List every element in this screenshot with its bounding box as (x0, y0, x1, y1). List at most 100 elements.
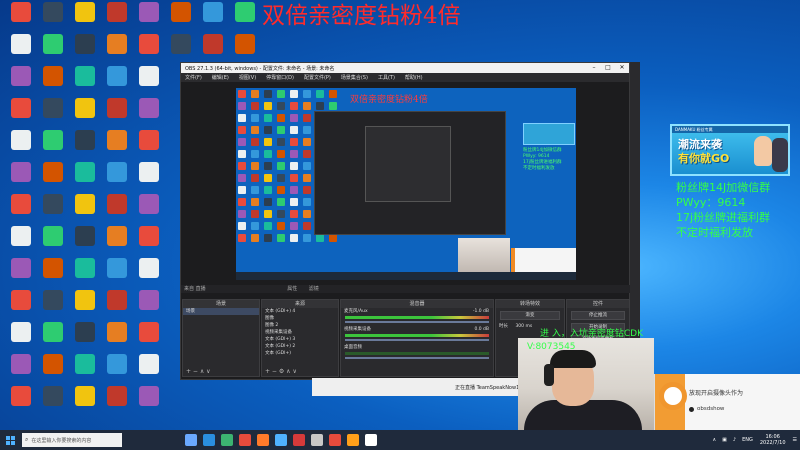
transition-type-select[interactable]: 渐变 (500, 311, 560, 320)
desktop-shortcut-icon[interactable] (132, 386, 166, 422)
taskbar-app-icon[interactable] (311, 434, 323, 446)
desktop-shortcut-icon[interactable] (132, 194, 166, 230)
network-icon[interactable]: ▣ (722, 437, 727, 443)
desktop-shortcut-icon[interactable] (4, 386, 38, 422)
desktop-shortcut-icon[interactable] (4, 258, 38, 294)
desktop-shortcut-icon[interactable] (68, 162, 102, 198)
taskbar-app-icon[interactable] (203, 434, 215, 446)
sources-dock-buttons[interactable]: + − ⚙ ∧ ∨ (262, 367, 338, 376)
volume-fader[interactable] (345, 339, 489, 341)
desktop-shortcut-icon[interactable] (132, 226, 166, 262)
taskbar-search[interactable]: ⌕ 在这里输入你要搜索的内容 (22, 433, 122, 447)
taskbar-app-icon[interactable] (347, 434, 359, 446)
maximize-icon[interactable]: □ (601, 63, 615, 73)
menu-docks[interactable]: 停靠窗口(D) (266, 74, 294, 81)
desktop-shortcut-icon[interactable] (4, 34, 38, 70)
minimize-icon[interactable]: – (587, 63, 601, 73)
taskbar-app-icon[interactable] (275, 434, 287, 446)
volume-icon[interactable]: ♪ (733, 437, 736, 443)
menu-tools[interactable]: 工具(T) (378, 74, 395, 81)
desktop-shortcut-icon[interactable] (68, 194, 102, 230)
scenes-dock-buttons[interactable]: + − ∧ ∨ (183, 367, 259, 376)
desktop-shortcut-icon[interactable] (68, 98, 102, 134)
notifications-icon[interactable]: ☰ (793, 437, 797, 443)
close-icon[interactable]: ✕ (615, 63, 629, 73)
taskbar-app-icon[interactable] (329, 434, 341, 446)
desktop-shortcut-icon[interactable] (4, 98, 38, 134)
desktop-shortcut-icon[interactable] (132, 2, 166, 38)
volume-fader[interactable] (345, 357, 489, 359)
desktop-shortcut-icon[interactable] (100, 322, 134, 358)
desktop-shortcut-icon[interactable] (100, 226, 134, 262)
taskbar-app-icon[interactable] (185, 434, 197, 446)
desktop-shortcut-icon[interactable] (4, 162, 38, 198)
desktop-shortcut-icon[interactable] (68, 322, 102, 358)
taskbar-app-icon[interactable] (221, 434, 233, 446)
desktop-shortcut-icon[interactable] (100, 66, 134, 102)
desktop-shortcut-icon[interactable] (36, 34, 70, 70)
menu-view[interactable]: 视图(V) (239, 74, 256, 81)
scene-item[interactable]: 场景 (183, 308, 259, 315)
menu-edit[interactable]: 编辑(E) (212, 74, 229, 81)
filters-button[interactable]: 滤镜 (309, 286, 319, 292)
desktop-shortcut-icon[interactable] (100, 290, 134, 326)
desktop-shortcut-icon[interactable] (68, 66, 102, 102)
source-item[interactable]: 视频采集设备 (262, 329, 338, 336)
desktop-shortcut-icon[interactable] (196, 2, 230, 38)
desktop-shortcut-icon[interactable] (36, 354, 70, 390)
desktop-shortcut-icon[interactable] (68, 2, 102, 38)
source-item[interactable]: 文本 (GDI+) 4 (262, 308, 338, 315)
taskbar-app-icon[interactable] (293, 434, 305, 446)
desktop-shortcut-icon[interactable] (132, 98, 166, 134)
desktop-shortcut-icon[interactable] (4, 322, 38, 358)
taskbar-clock[interactable]: 16:06 2022/7/10 (760, 434, 786, 446)
desktop-shortcut-icon[interactable] (132, 130, 166, 166)
desktop-shortcut-icon[interactable] (4, 354, 38, 390)
desktop-shortcut-icon[interactable] (36, 194, 70, 230)
desktop-shortcut-icon[interactable] (36, 98, 70, 134)
desktop-shortcut-icon[interactable] (132, 162, 166, 198)
source-item[interactable]: 文本 (GDI+) 3 (262, 336, 338, 343)
obs-titlebar[interactable]: OBS 27.1.3 (64-bit, windows) - 配置文件: 未命名… (181, 63, 629, 73)
camera-notification[interactable]: 放现开启摄像头作为 obsdshow (654, 374, 800, 430)
desktop-shortcut-icon[interactable] (100, 2, 134, 38)
desktop-shortcut-icon[interactable] (4, 130, 38, 166)
source-item[interactable]: 图像 (262, 315, 338, 322)
stop-streaming-button[interactable]: 停止推流 (571, 311, 625, 320)
desktop-shortcut-icon[interactable] (36, 130, 70, 166)
properties-button[interactable]: 属性 (287, 286, 297, 292)
menu-scene-collection[interactable]: 场景集合(S) (341, 74, 368, 81)
desktop-shortcut-icon[interactable] (100, 194, 134, 230)
obs-preview[interactable]: 双倍亲密度钻粉4倍 粉丝牌14J加微信群 PWyy: 9614 17j粉丝牌进福… (236, 88, 576, 280)
source-item[interactable]: 图像 2 (262, 322, 338, 329)
desktop-shortcut-icon[interactable] (100, 386, 134, 422)
start-button[interactable] (0, 430, 20, 450)
desktop-shortcut-icon[interactable] (4, 2, 38, 38)
desktop-shortcut-icon[interactable] (132, 258, 166, 294)
taskbar-app-icon[interactable] (257, 434, 269, 446)
desktop-shortcut-icon[interactable] (68, 34, 102, 70)
desktop-shortcut-icon[interactable] (132, 290, 166, 326)
menu-file[interactable]: 文件(F) (185, 74, 202, 81)
desktop-shortcut-icon[interactable] (100, 130, 134, 166)
desktop-shortcut-icon[interactable] (132, 322, 166, 358)
taskbar-app-icon[interactable] (239, 434, 251, 446)
desktop-shortcut-icon[interactable] (4, 66, 38, 102)
source-item[interactable]: 文本 (GDI+) (262, 350, 338, 357)
menu-profile[interactable]: 配置文件(P) (304, 74, 331, 81)
source-item[interactable]: 文本 (GDI+) 2 (262, 343, 338, 350)
desktop-shortcut-icon[interactable] (132, 354, 166, 390)
desktop-shortcut-icon[interactable] (36, 162, 70, 198)
desktop-shortcut-icon[interactable] (4, 226, 38, 262)
notification-device[interactable]: obsdshow (697, 406, 724, 412)
desktop-shortcut-icon[interactable] (36, 66, 70, 102)
desktop-shortcut-icon[interactable] (68, 354, 102, 390)
volume-fader[interactable] (345, 321, 489, 323)
desktop-shortcut-icon[interactable] (36, 322, 70, 358)
desktop-shortcut-icon[interactable] (100, 98, 134, 134)
menu-help[interactable]: 帮助(H) (405, 74, 423, 81)
desktop-shortcut-icon[interactable] (100, 34, 134, 70)
desktop-shortcut-icon[interactable] (132, 66, 166, 102)
desktop-shortcut-icon[interactable] (36, 226, 70, 262)
desktop-shortcut-icon[interactable] (164, 2, 198, 38)
